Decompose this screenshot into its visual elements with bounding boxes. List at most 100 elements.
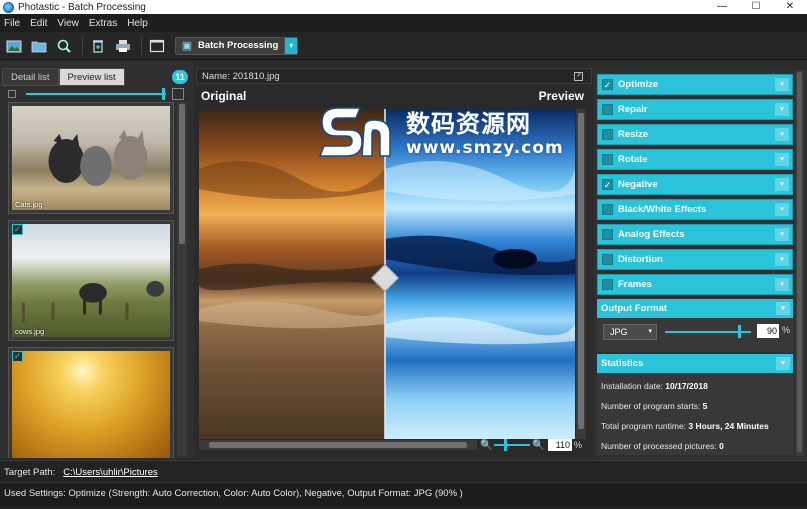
effect-label: Black/White Effects <box>618 204 707 215</box>
effect-checkbox[interactable] <box>602 129 613 140</box>
chevron-down-icon[interactable]: ▾ <box>775 78 789 91</box>
small-thumbnail-icon <box>8 90 16 98</box>
effect-checkbox[interactable] <box>602 204 613 215</box>
chevron-down-icon[interactable]: ▾ <box>775 178 789 191</box>
menu-extras[interactable]: Extras <box>89 18 117 29</box>
thumbnail-caption: cows.jpg <box>15 327 45 336</box>
scrollbar-thumb[interactable] <box>797 72 802 452</box>
delete-icon[interactable] <box>87 36 109 56</box>
thumbnail-image <box>12 351 170 458</box>
thumbnail-item[interactable]: ✓ <box>8 347 174 458</box>
image-name-bar: Name: 201810.jpg ↗ <box>196 68 592 84</box>
used-settings-bar: Used Settings: Optimize (Strength: Auto … <box>0 482 807 506</box>
stat-label: Installation date: <box>601 381 663 391</box>
slider-handle[interactable] <box>162 88 165 100</box>
target-path-link[interactable]: C:\Users\uhlir\Pictures <box>63 467 158 478</box>
chevron-down-icon[interactable]: ▾ <box>776 302 790 315</box>
scrollbar-thumb[interactable] <box>179 104 185 244</box>
effect-checkbox[interactable] <box>602 254 613 265</box>
thumbnail-checkbox[interactable]: ✓ <box>12 224 23 235</box>
image-count-badge: 11 <box>172 70 188 84</box>
fullscreen-icon[interactable] <box>146 36 168 56</box>
thumbnail-item[interactable]: ✓ cows.jpg <box>8 220 174 341</box>
zoom-out-icon[interactable]: 🔍 <box>480 440 492 451</box>
format-value: JPG <box>610 327 628 337</box>
effect-rotate[interactable]: Rotate ▾ <box>597 149 793 170</box>
thumbnail-checkbox[interactable]: ✓ <box>12 351 23 362</box>
thumbnail-caption: Cats.jpg <box>15 200 43 209</box>
effect-black-white[interactable]: Black/White Effects ▾ <box>597 199 793 220</box>
effects-panel: ✓ Optimize ▾ Repair ▾ Resize ▾ Rotate ▾ … <box>594 70 807 460</box>
chevron-down-icon: ▾ <box>648 328 652 335</box>
expand-icon[interactable]: ↗ <box>574 72 583 81</box>
statistics-title: Statistics <box>601 358 644 369</box>
chevron-down-icon[interactable]: ▾ <box>775 153 789 166</box>
chevron-down-icon[interactable]: ▾ <box>775 103 789 116</box>
effect-label: Negative <box>618 179 658 190</box>
stat-row: Number of processed pictures: 0 <box>601 439 789 459</box>
preview-horizontal-scrollbar[interactable] <box>199 440 477 450</box>
effect-checkbox[interactable] <box>602 229 613 240</box>
effect-checkbox[interactable] <box>602 154 613 165</box>
zoom-value-field[interactable]: 110 <box>548 439 572 451</box>
format-select[interactable]: JPG ▾ <box>603 324 657 340</box>
zoom-slider-handle[interactable] <box>504 439 507 451</box>
batch-icon: ▣ <box>181 40 193 52</box>
maximize-button[interactable]: ☐ <box>739 0 773 14</box>
effects-scrollbar[interactable] <box>795 70 804 456</box>
effect-checkbox[interactable]: ✓ <box>602 79 613 90</box>
open-folder-icon[interactable] <box>28 36 50 56</box>
original-label: Original <box>201 89 247 103</box>
menu-edit[interactable]: Edit <box>30 18 47 29</box>
output-format-header[interactable]: Output Format ▾ <box>597 299 793 318</box>
minimize-button[interactable]: — <box>705 0 739 14</box>
tab-detail-list[interactable]: Detail list <box>2 68 59 86</box>
title-bar: Photastic - Batch Processing — ☐ ✕ <box>0 0 807 14</box>
output-format-title: Output Format <box>601 303 667 314</box>
effect-distortion[interactable]: Distortion ▾ <box>597 249 793 270</box>
preview-vertical-scrollbar[interactable] <box>576 109 586 439</box>
statistics-body: Installation date: 10/17/2018 Number of … <box>597 373 793 455</box>
effect-checkbox[interactable] <box>602 279 613 290</box>
effect-negative[interactable]: ✓ Negative ▾ <box>597 174 793 195</box>
scrollbar-thumb[interactable] <box>578 113 584 429</box>
statistics-header[interactable]: Statistics ▾ <box>597 354 793 373</box>
quality-slider-handle[interactable] <box>738 325 741 338</box>
effect-analog[interactable]: Analog Effects ▾ <box>597 224 793 245</box>
effect-optimize[interactable]: ✓ Optimize ▾ <box>597 74 793 95</box>
menu-help[interactable]: Help <box>127 18 148 29</box>
thumbnail-list: Cats.jpg ✓ cows.jpg ✓ <box>8 102 174 458</box>
zoom-in-icon[interactable]: 🔍 <box>532 440 544 451</box>
thumbnail-item[interactable]: Cats.jpg <box>8 102 174 214</box>
chevron-down-icon[interactable]: ▾ <box>776 357 790 370</box>
stat-value: 10/17/2018 <box>665 381 708 391</box>
thumbnail-size-slider[interactable] <box>4 88 190 100</box>
zoom-slider[interactable] <box>494 439 530 451</box>
print-icon[interactable] <box>112 36 134 56</box>
batch-processing-button[interactable]: ▣ Batch Processing ▾ <box>175 36 299 55</box>
chevron-down-icon[interactable]: ▾ <box>775 203 789 216</box>
menu-file[interactable]: File <box>4 18 20 29</box>
effect-repair[interactable]: Repair ▾ <box>597 99 793 120</box>
close-button[interactable]: ✕ <box>773 0 807 14</box>
quality-value-field[interactable]: 90 <box>757 324 779 338</box>
zoom-control: 🔍 🔍 110 % <box>480 438 590 452</box>
slider-track[interactable] <box>26 93 166 95</box>
stat-value: 5 <box>702 401 708 411</box>
tab-preview-list[interactable]: Preview list <box>58 68 125 86</box>
chevron-down-icon[interactable]: ▾ <box>284 37 298 54</box>
thumbnail-scrollbar[interactable] <box>177 102 187 456</box>
effect-checkbox[interactable]: ✓ <box>602 179 613 190</box>
search-icon[interactable] <box>53 36 75 56</box>
open-image-icon[interactable] <box>3 36 25 56</box>
effect-checkbox[interactable] <box>602 104 613 115</box>
chevron-down-icon[interactable]: ▾ <box>775 253 789 266</box>
chevron-down-icon[interactable]: ▾ <box>775 128 789 141</box>
chevron-down-icon[interactable]: ▾ <box>775 228 789 241</box>
image-name-label: Name: 201810.jpg <box>202 71 280 82</box>
scrollbar-thumb[interactable] <box>209 442 467 448</box>
chevron-down-icon[interactable]: ▾ <box>775 278 789 291</box>
effect-frames[interactable]: Frames ▾ <box>597 274 793 295</box>
menu-view[interactable]: View <box>57 18 79 29</box>
effect-resize[interactable]: Resize ▾ <box>597 124 793 145</box>
